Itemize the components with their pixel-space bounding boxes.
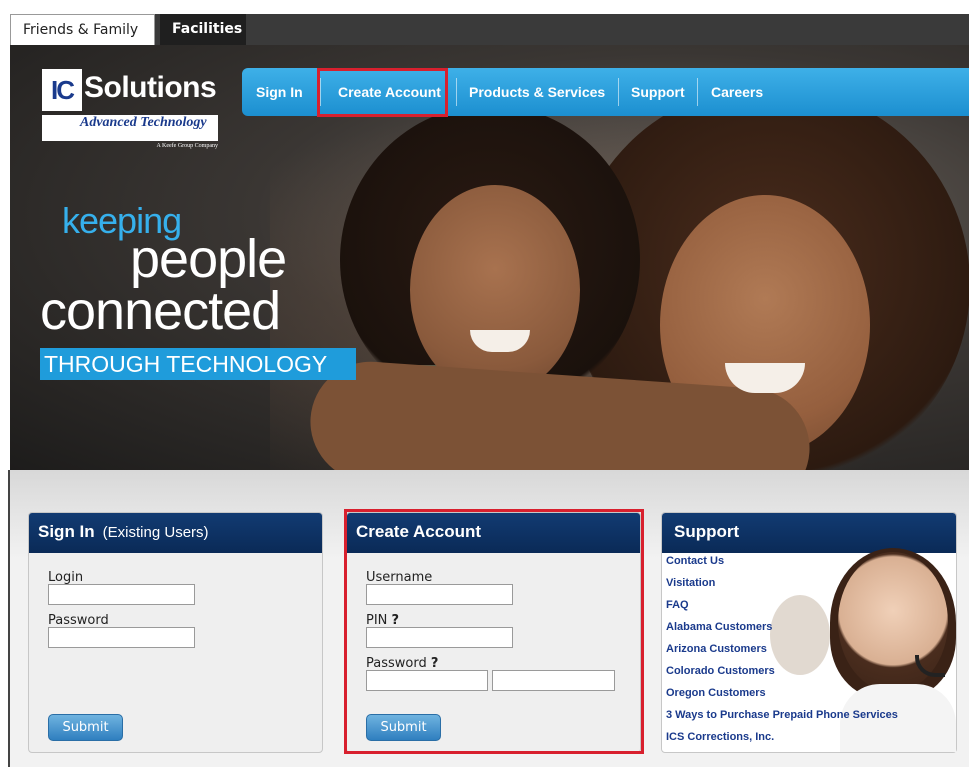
tagline-through-technology: THROUGH TECHNOLOGY bbox=[40, 348, 356, 380]
pin-label-text: PIN bbox=[366, 613, 388, 628]
pin-help-icon[interactable]: ? bbox=[392, 613, 400, 628]
nav-careers[interactable]: Careers bbox=[711, 68, 763, 116]
support-photo-background-agent bbox=[770, 595, 830, 675]
login-input[interactable] bbox=[48, 584, 195, 605]
tagline-people: people bbox=[130, 229, 287, 289]
create-password-input[interactable] bbox=[366, 670, 488, 691]
support-panel-header: Support bbox=[662, 513, 956, 553]
confirm-password-input[interactable] bbox=[492, 670, 615, 691]
support-link-oregon[interactable]: Oregon Customers bbox=[666, 687, 766, 699]
sign-in-panel-header: Sign In (Existing Users) bbox=[29, 513, 322, 553]
logo-parent-company: A Keefe Group Company bbox=[156, 143, 219, 149]
support-link-faq[interactable]: FAQ bbox=[666, 599, 689, 611]
sign-in-subtitle: (Existing Users) bbox=[102, 524, 209, 541]
support-link-arizona[interactable]: Arizona Customers bbox=[666, 643, 767, 655]
tab-facilities[interactable]: Facilities bbox=[160, 14, 246, 45]
pin-label: PIN ? bbox=[366, 613, 399, 628]
nav-separator bbox=[618, 78, 619, 106]
create-account-nav-highlight bbox=[317, 68, 448, 117]
hero-banner: IC Solutions Advanced Technology A Keefe… bbox=[10, 45, 969, 470]
logo-name: Solutions bbox=[84, 71, 217, 104]
username-input[interactable] bbox=[366, 584, 513, 605]
support-link-visitation[interactable]: Visitation bbox=[666, 577, 715, 589]
hero-photo-child-face bbox=[410, 185, 580, 395]
username-label: Username bbox=[366, 570, 433, 585]
support-link-contact-us[interactable]: Contact Us bbox=[666, 555, 724, 567]
support-link-ics-corrections[interactable]: ICS Corrections, Inc. bbox=[666, 731, 774, 743]
tab-friends-family[interactable]: Friends & Family bbox=[10, 14, 155, 45]
support-link-alabama[interactable]: Alabama Customers bbox=[666, 621, 772, 633]
nav-separator bbox=[456, 78, 457, 106]
logo-tagline: Advanced Technology bbox=[42, 115, 218, 141]
login-label: Login bbox=[48, 570, 84, 585]
create-password-label-text: Password bbox=[366, 656, 427, 671]
pin-input[interactable] bbox=[366, 627, 513, 648]
password-help-icon[interactable]: ? bbox=[431, 656, 439, 671]
top-tab-strip: Friends & Family Facilities bbox=[0, 0, 969, 45]
sign-in-title: Sign In bbox=[38, 522, 95, 541]
support-link-prepaid[interactable]: 3 Ways to Purchase Prepaid Phone Service… bbox=[666, 709, 898, 721]
create-account-submit-button[interactable]: Submit bbox=[366, 714, 441, 741]
nav-separator bbox=[697, 78, 698, 106]
support-link-colorado[interactable]: Colorado Customers bbox=[666, 665, 775, 677]
password-label: Password bbox=[48, 613, 109, 628]
left-border bbox=[8, 470, 10, 767]
create-password-label: Password ? bbox=[366, 656, 438, 671]
nav-products-services[interactable]: Products & Services bbox=[469, 68, 605, 116]
sign-in-submit-button[interactable]: Submit bbox=[48, 714, 123, 741]
password-input[interactable] bbox=[48, 627, 195, 648]
ic-solutions-logo[interactable]: IC Solutions Advanced Technology A Keefe… bbox=[42, 69, 224, 157]
logo-ic-mark: IC bbox=[42, 69, 82, 111]
support-title: Support bbox=[674, 522, 740, 541]
nav-sign-in[interactable]: Sign In bbox=[256, 68, 303, 116]
tagline-connected: connected bbox=[40, 281, 281, 341]
nav-support[interactable]: Support bbox=[631, 68, 685, 116]
